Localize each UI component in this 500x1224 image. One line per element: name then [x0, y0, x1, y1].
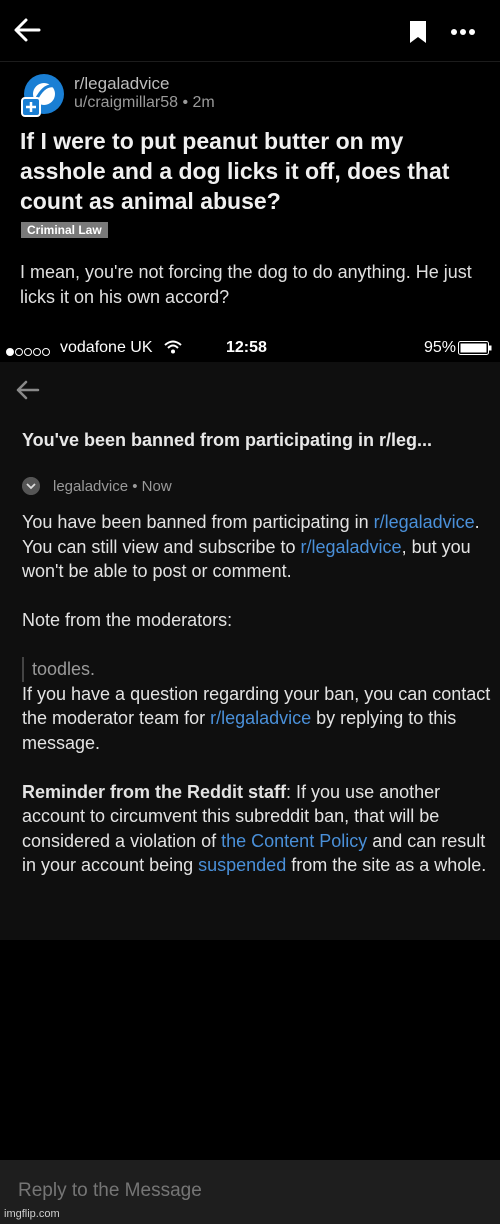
wifi-icon	[164, 340, 182, 354]
content-policy-link[interactable]: the Content Policy	[221, 831, 367, 851]
carrier-name: vodafone UK	[60, 339, 153, 356]
top-toolbar	[0, 0, 500, 62]
moderator-quote: toodles.	[22, 657, 492, 682]
message-sender[interactable]: legaladvice • Now	[53, 478, 172, 495]
post-meta[interactable]: u/craigmillar58 • 2m	[74, 94, 215, 112]
message-subject: You've been banned from participating in…	[22, 430, 433, 450]
subreddit-link[interactable]: r/legaladvice	[374, 512, 475, 532]
reply-input[interactable]	[18, 1180, 418, 1202]
contact-paragraph: If you have a question regarding your ba…	[22, 683, 491, 753]
post-title[interactable]: If I were to put peanut butter on my ass…	[20, 126, 485, 216]
message-panel: You've been banned from participating in…	[0, 362, 500, 940]
subreddit-avatar-icon[interactable]	[20, 72, 68, 120]
more-icon[interactable]	[450, 28, 476, 36]
reply-bar	[0, 1160, 500, 1224]
note-heading: Note from the moderators:	[22, 610, 233, 630]
subreddit-link[interactable]: r/legaladvice	[301, 537, 402, 557]
sender-avatar-icon[interactable]	[22, 477, 40, 495]
status-time: 12:58	[226, 339, 267, 356]
suspended-link[interactable]: suspended	[198, 855, 286, 875]
back-arrow-icon[interactable]	[14, 378, 40, 402]
ban-paragraph: You have been banned from participating …	[22, 512, 480, 581]
post-panel: r/legaladvice u/craigmillar58 • 2m If I …	[0, 0, 500, 326]
watermark: imgflip.com	[4, 1208, 60, 1220]
battery-icon	[458, 341, 492, 355]
subreddit-link[interactable]: r/legaladvice	[210, 708, 311, 728]
status-bar: vodafone UK 12:58 95%	[0, 336, 500, 360]
post-header: r/legaladvice u/craigmillar58 • 2m	[20, 72, 480, 122]
subreddit-name[interactable]: r/legaladvice	[74, 74, 169, 94]
post-flair[interactable]: Criminal Law	[21, 222, 108, 238]
battery-percent: 95%	[424, 339, 457, 356]
back-arrow-icon[interactable]	[12, 16, 42, 44]
reminder-paragraph: Reminder from the Reddit staff: If you u…	[22, 781, 487, 876]
message-body: You have been banned from participating …	[22, 510, 492, 878]
bookmark-icon[interactable]	[408, 20, 428, 44]
post-body: I mean, you're not forcing the dog to do…	[20, 262, 472, 307]
signal-strength-icon	[6, 343, 51, 356]
